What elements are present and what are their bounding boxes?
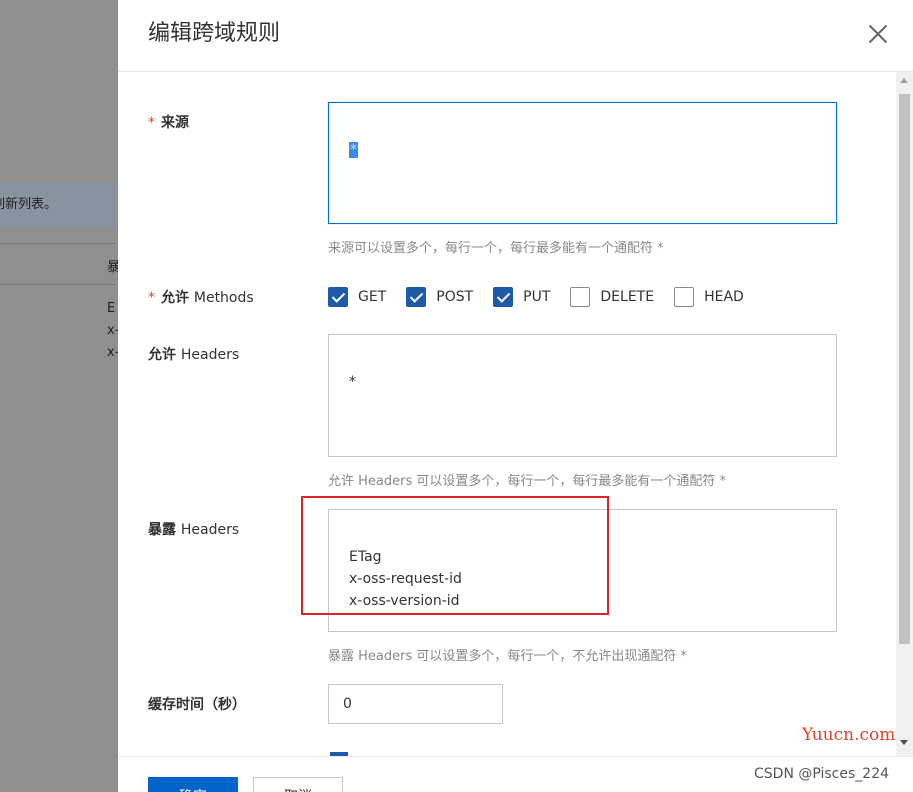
method-post-checkbox[interactable]: POST xyxy=(406,287,473,307)
drawer-title: 编辑跨域规则 xyxy=(148,21,281,46)
background-notice: 刷新列表。 xyxy=(0,183,118,227)
cache-time-input[interactable]: 0 xyxy=(328,684,503,724)
checkbox-checked-icon xyxy=(328,287,348,307)
drawer-header: 编辑跨域规则 xyxy=(118,0,913,72)
expose-headers-help-text: 暴露 Headers 可以设置多个，每行一个，不允许出现通配符 * xyxy=(328,649,688,664)
method-delete-checkbox[interactable]: DELETE xyxy=(570,287,654,307)
allow-headers-label: 允许 Headers xyxy=(148,347,240,363)
author-watermark: CSDN @Pisces_224 xyxy=(754,766,890,782)
checkbox-checked-icon xyxy=(493,287,514,307)
scroll-down-arrow-icon[interactable] xyxy=(900,740,908,745)
checkbox-unchecked-icon xyxy=(674,287,695,307)
allow-headers-textarea[interactable]: * xyxy=(328,334,837,457)
scroll-up-arrow-icon[interactable] xyxy=(900,78,908,83)
allow-headers-value: * xyxy=(349,374,356,390)
edit-cors-rule-drawer: 编辑跨域规则 * 来源 * 来源可以设置多个，每行一个，每行最多能有一个通配符 *… xyxy=(118,0,913,792)
cancel-button[interactable]: 取消 xyxy=(253,777,343,792)
close-icon[interactable] xyxy=(866,22,890,46)
checkbox-checked-icon xyxy=(406,287,427,307)
origin-help-text: 来源可以设置多个，每行一个，每行最多能有一个通配符 * xyxy=(328,241,664,256)
background-page: 刷新列表。 暴 E x- x- xyxy=(0,0,118,792)
required-mark: * xyxy=(148,290,155,306)
scroll-thumb[interactable] xyxy=(899,94,910,644)
method-head-checkbox[interactable]: HEAD xyxy=(674,287,744,307)
site-watermark: Yuucn.com xyxy=(802,725,896,745)
allow-headers-help-text: 允许 Headers 可以设置多个，每行一个，每行最多能有一个通配符 * xyxy=(328,474,727,489)
checkbox-unchecked-icon xyxy=(570,287,591,307)
expose-headers-label: 暴露 Headers xyxy=(148,522,240,538)
methods-checkbox-group: GET POST PUT DELETE HEAD xyxy=(328,286,764,308)
confirm-button[interactable]: 确定 xyxy=(148,777,238,792)
origin-value: * xyxy=(349,142,358,158)
background-table-header: 暴 xyxy=(0,243,118,285)
required-mark: * xyxy=(148,115,155,131)
cache-time-label: 缓存时间（秒） xyxy=(148,697,246,713)
origin-label: * 来源 xyxy=(148,115,189,131)
method-get-checkbox[interactable]: GET xyxy=(328,287,386,307)
methods-label: * 允许 Methods xyxy=(148,290,254,306)
drawer-scrollbar[interactable] xyxy=(896,72,913,756)
background-table-cells: E x- x- xyxy=(107,301,118,360)
highlight-annotation-box xyxy=(301,496,609,615)
method-put-checkbox[interactable]: PUT xyxy=(493,287,550,307)
origin-textarea[interactable]: * xyxy=(328,102,837,224)
